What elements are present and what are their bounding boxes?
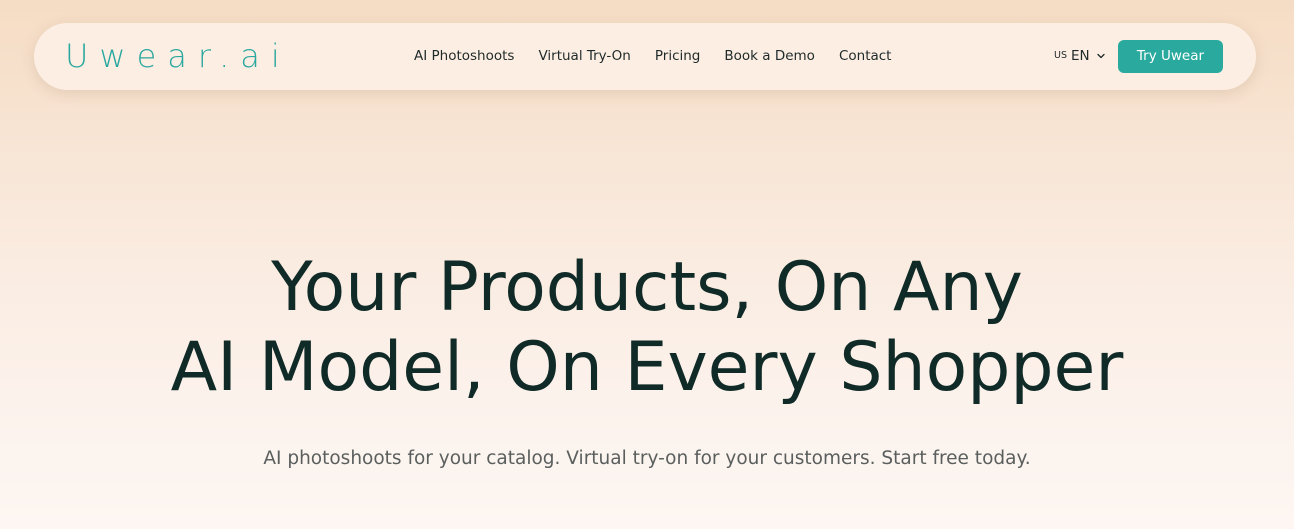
- nav-link-book-a-demo[interactable]: Book a Demo: [724, 47, 815, 65]
- language-selector[interactable]: US EN: [1054, 47, 1106, 65]
- logo[interactable]: Uwear.ai: [65, 37, 291, 75]
- us-flag-icon: US: [1054, 50, 1067, 61]
- language-code: EN: [1070, 48, 1090, 64]
- hero-title-line-2: AI Model, On Every Shopper: [170, 328, 1124, 407]
- try-uwear-button[interactable]: Try Uwear: [1118, 40, 1223, 73]
- nav-links: AI Photoshoots Virtual Try-On Pricing Bo…: [414, 47, 891, 65]
- nav-link-ai-photoshoots[interactable]: AI Photoshoots: [414, 47, 514, 65]
- hero-subtitle: AI photoshoots for your catalog. Virtual…: [263, 448, 1031, 469]
- nav-link-virtual-try-on[interactable]: Virtual Try-On: [538, 47, 630, 65]
- nav-link-contact[interactable]: Contact: [839, 47, 892, 65]
- hero-title: Your Products, On Any AI Model, On Every…: [0, 248, 1294, 408]
- navbar: Uwear.ai AI Photoshoots Virtual Try-On P…: [34, 23, 1256, 90]
- hero-title-line-1: Your Products, On Any: [271, 248, 1023, 327]
- chevron-down-icon: [1096, 53, 1105, 59]
- nav-link-pricing[interactable]: Pricing: [655, 47, 701, 65]
